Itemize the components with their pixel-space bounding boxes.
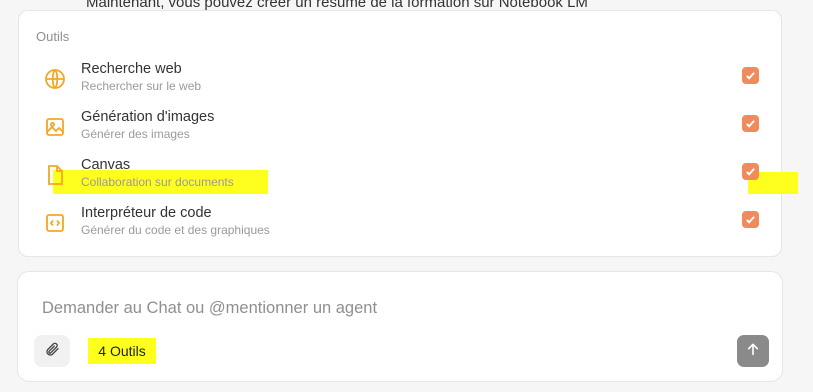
tool-description: Rechercher sur le web [81, 79, 202, 93]
code-icon [43, 211, 67, 235]
tool-name: Canvas [81, 157, 131, 173]
tool-checkbox-code-interpreter[interactable] [742, 211, 759, 228]
image-icon [43, 115, 67, 139]
chat-composer: 4 Outils [17, 271, 783, 382]
document-icon [43, 163, 67, 187]
attach-button[interactable] [34, 335, 70, 367]
tool-row-image-generation[interactable]: Génération d'images Générer des images [19, 103, 781, 149]
tools-panel-title: Outils [36, 29, 70, 44]
send-button[interactable] [737, 335, 769, 367]
chat-input[interactable] [42, 299, 722, 318]
arrow-up-icon [745, 341, 761, 362]
tool-row-web-search[interactable]: Recherche web Rechercher sur le web [19, 55, 781, 101]
tool-checkbox-web-search[interactable] [742, 67, 759, 84]
tools-panel: Outils Recherche web Rechercher sur le w… [18, 10, 798, 257]
paperclip-icon [44, 341, 60, 362]
tool-name: Génération d'images [81, 109, 215, 125]
tool-description: Générer du code et des graphiques [81, 223, 270, 237]
tool-row-canvas[interactable]: Canvas Collaboration sur documents [19, 151, 781, 197]
tools-button-label: 4 Outils [98, 343, 146, 359]
tool-row-code-interpreter[interactable]: Interpréteur de code Générer du code et … [19, 199, 781, 245]
tool-checkbox-canvas[interactable] [742, 163, 759, 180]
tool-name: Recherche web [81, 61, 182, 77]
tool-name: Interpréteur de code [81, 205, 212, 221]
tool-description: Générer des images [81, 127, 190, 141]
tools-button[interactable]: 4 Outils [88, 338, 156, 364]
tool-description: Collaboration sur documents [81, 175, 234, 189]
globe-icon [43, 67, 67, 91]
tool-checkbox-image-generation[interactable] [742, 115, 759, 132]
